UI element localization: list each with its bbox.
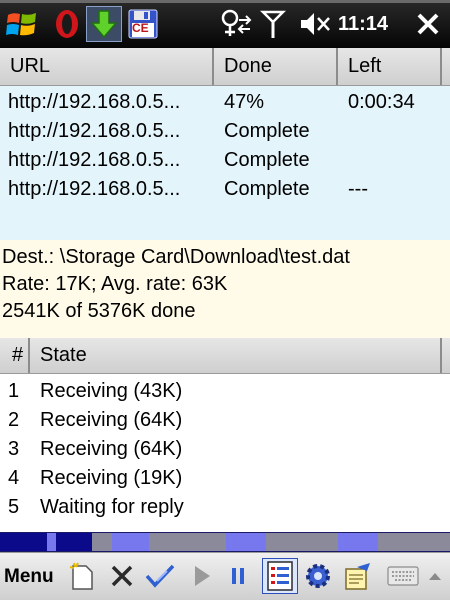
state-text: Waiting for reply	[40, 496, 184, 518]
download-list: http://192.168.0.5... 47% 0:00:34 http:/…	[0, 86, 450, 240]
state-number: 1	[8, 380, 20, 402]
sip-arrow-up-icon[interactable]	[424, 560, 446, 592]
column-header-url[interactable]: URL	[0, 48, 214, 85]
clock-time[interactable]: 11:14	[338, 10, 402, 38]
notes-icon[interactable]	[342, 560, 374, 592]
state-row[interactable]: 2 Receiving (64K)	[0, 406, 450, 435]
download-row[interactable]: http://192.168.0.5... Complete ---	[0, 175, 450, 204]
new-download-icon[interactable]	[66, 560, 98, 592]
delete-icon[interactable]	[106, 560, 138, 592]
transfer-rate: Rate: 17K; Avg. rate: 63K	[2, 273, 228, 295]
progress-text: 2541K of 5376K done	[2, 300, 196, 322]
state-row[interactable]: 5 Waiting for reply	[0, 493, 450, 522]
state-row[interactable]: 4 Receiving (19K)	[0, 464, 450, 493]
settings-gear-icon[interactable]	[302, 560, 334, 592]
windows-flag-icon[interactable]	[2, 6, 42, 42]
download-arrow-icon[interactable]	[86, 6, 122, 42]
state-list-header: # State	[0, 338, 450, 374]
opera-icon[interactable]	[52, 6, 82, 42]
download-left: 0:00:34	[348, 91, 415, 113]
list-view-icon[interactable]	[262, 558, 298, 594]
segment-block-grey	[92, 533, 112, 551]
play-icon[interactable]	[186, 560, 218, 592]
floppy-ce-icon[interactable]: CE	[126, 6, 160, 42]
column-header-number[interactable]: #	[0, 338, 30, 373]
state-number: 5	[8, 496, 20, 518]
check-icon[interactable]	[144, 560, 176, 592]
close-icon[interactable]	[410, 6, 446, 42]
download-done: Complete	[224, 120, 310, 142]
download-url: http://192.168.0.5...	[8, 149, 181, 171]
state-number: 4	[8, 467, 20, 489]
column-header-filler	[442, 338, 450, 373]
state-text: Receiving (64K)	[40, 409, 183, 431]
segment-block-dark	[0, 533, 47, 551]
volume-muted-icon[interactable]	[298, 6, 332, 42]
state-list: 1 Receiving (43K) 2 Receiving (64K) 3 Re…	[0, 374, 450, 532]
download-info-panel: Dest.: \Storage Card\Download\test.dat R…	[0, 240, 450, 338]
column-header-left[interactable]: Left	[338, 48, 442, 85]
column-header-done[interactable]: Done	[214, 48, 338, 85]
segment-block-grey	[378, 533, 450, 551]
state-text: Receiving (64K)	[40, 438, 183, 460]
state-number: 2	[8, 409, 20, 431]
download-row[interactable]: http://192.168.0.5... Complete	[0, 146, 450, 175]
download-row[interactable]: http://192.168.0.5... 47% 0:00:34	[0, 88, 450, 117]
state-number: 3	[8, 438, 20, 460]
segment-block-dark	[56, 533, 92, 551]
segment-block-grey	[266, 533, 338, 551]
taskbar-accent-line	[0, 0, 450, 3]
download-row[interactable]: http://192.168.0.5... Complete	[0, 117, 450, 146]
download-url: http://192.168.0.5...	[8, 178, 181, 200]
download-done: 47%	[224, 91, 265, 113]
state-text: Receiving (43K)	[40, 380, 183, 402]
floppy-ce-label: CE	[132, 21, 149, 35]
connectivity-icon[interactable]	[218, 6, 254, 42]
pause-icon[interactable]	[222, 560, 254, 592]
download-done: Complete	[224, 149, 310, 171]
menu-button[interactable]: Menu	[4, 553, 54, 600]
destination-path: Dest.: \Storage Card\Download\test.dat	[2, 246, 350, 268]
download-url: http://192.168.0.5...	[8, 120, 181, 142]
keyboard-icon[interactable]	[386, 560, 420, 592]
segment-progress-bar	[0, 532, 450, 552]
menu-bar: Menu	[0, 552, 450, 600]
download-left: ---	[348, 178, 368, 200]
signal-icon[interactable]	[258, 6, 288, 42]
state-row[interactable]: 1 Receiving (43K)	[0, 377, 450, 406]
download-list-header: URL Done Left	[0, 48, 450, 86]
segment-block-grey	[149, 533, 226, 551]
taskbar: CE 11:14	[0, 0, 450, 48]
column-header-filler	[442, 48, 450, 85]
state-text: Receiving (19K)	[40, 467, 183, 489]
column-header-state[interactable]: State	[30, 338, 442, 373]
download-url: http://192.168.0.5...	[8, 91, 181, 113]
download-done: Complete	[224, 178, 310, 200]
state-row[interactable]: 3 Receiving (64K)	[0, 435, 450, 464]
